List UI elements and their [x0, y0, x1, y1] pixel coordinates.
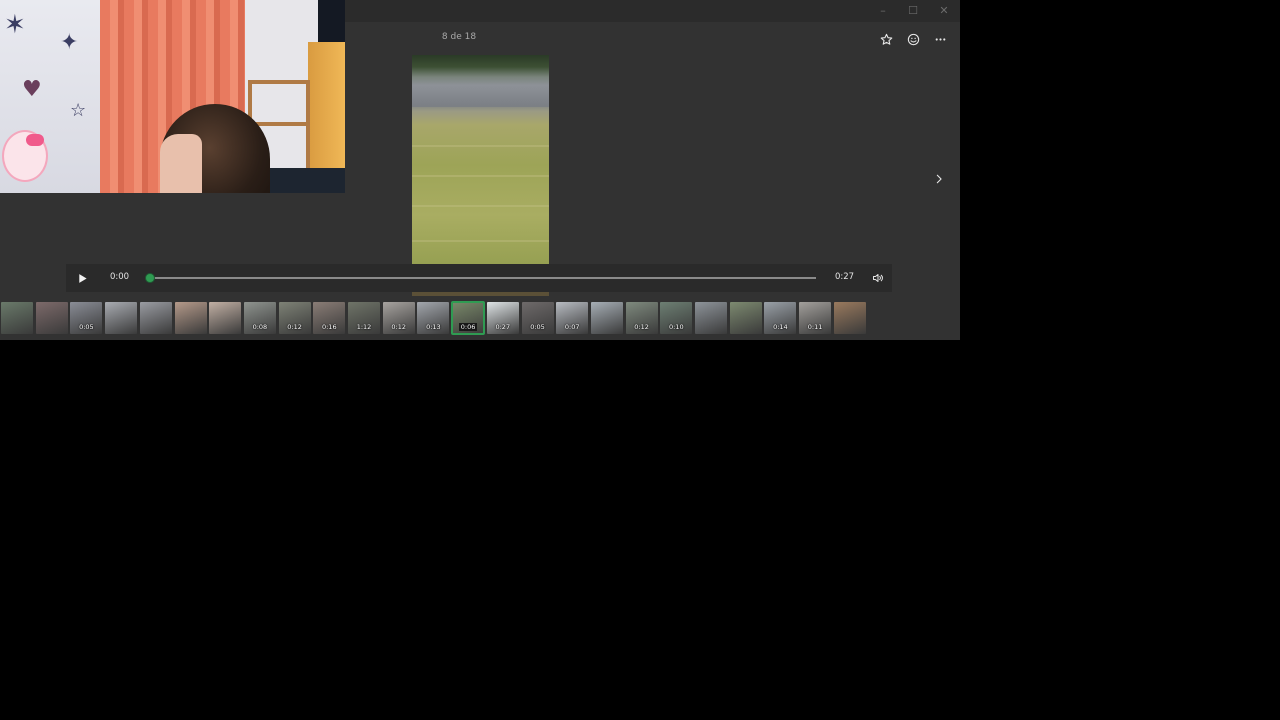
- photos-app-window: – ☐ ✕ 8 de 18 0:00 0:27 0:05 0:08 0:12 0:16…: [0, 0, 960, 340]
- filmstrip-thumbnail[interactable]: 0:05: [70, 302, 103, 334]
- webcam-heart-doodle: ♥: [22, 77, 42, 102]
- filmstrip-thumbnail[interactable]: [729, 302, 762, 334]
- filmstrip-thumbnail[interactable]: 0:16: [313, 302, 346, 334]
- video-road: [412, 85, 549, 107]
- filmstrip-thumbnail[interactable]: 0:12: [382, 302, 415, 334]
- reaction-button[interactable]: [904, 30, 922, 48]
- thumbnail-duration-text: 0:16: [321, 323, 337, 331]
- maximize-button[interactable]: ☐: [905, 3, 921, 19]
- webcam-wall-doodle: ✶: [4, 10, 26, 40]
- thumbnail-duration: 0:10: [660, 323, 692, 331]
- emoji-icon: [907, 33, 919, 45]
- webcam-wall-doodle: ☆: [70, 100, 87, 121]
- webcam-person-face: [160, 134, 202, 193]
- thumbnail-duration: 0:11: [799, 323, 831, 331]
- video-frame[interactable]: [412, 55, 549, 265]
- seek-bar[interactable]: [150, 277, 816, 279]
- webcam-kitty-bow: [26, 134, 44, 146]
- total-duration: 0:27: [835, 272, 855, 282]
- thumbnail-duration-text: 0:05: [79, 323, 94, 331]
- seek-handle[interactable]: [146, 274, 154, 282]
- more-options-button[interactable]: [931, 30, 949, 48]
- close-button[interactable]: ✕: [936, 3, 952, 19]
- webcam-wall-doodle: ✦: [60, 30, 79, 55]
- thumbnail-duration-text: 0:12: [634, 323, 649, 331]
- filmstrip-thumbnail[interactable]: 0:10: [660, 302, 693, 334]
- chevron-right-icon: [936, 174, 942, 184]
- filmstrip-thumbnail[interactable]: [139, 302, 172, 334]
- thumbnail-duration-text: 0:14: [773, 323, 788, 331]
- thumbnail-duration-text: 0:11: [807, 323, 823, 331]
- item-counter: 8 de 18: [441, 32, 477, 42]
- thumbnail-duration-text: 0:10: [668, 323, 684, 331]
- thumbnail-duration-text: 0:07: [564, 323, 580, 331]
- volume-button[interactable]: [870, 270, 886, 286]
- thumbnail-duration-text: 0:08: [252, 323, 268, 331]
- thumbnail-duration: 0:16: [313, 323, 345, 331]
- thumbnail-duration: 0:05: [522, 323, 554, 331]
- filmstrip-thumbnail[interactable]: [590, 302, 623, 334]
- volume-icon: [873, 274, 883, 282]
- filmstrip-thumbnail[interactable]: [833, 302, 866, 334]
- star-icon: [880, 33, 892, 45]
- thumbnail-duration-text: 1:12: [356, 323, 372, 331]
- thumbnail-duration: 0:27: [487, 323, 519, 331]
- filmstrip-thumbnail[interactable]: 0:12: [625, 302, 658, 334]
- current-time: 0:00: [110, 272, 130, 282]
- playback-controls: 0:00 0:27: [66, 264, 892, 292]
- thumbnail-duration-text: 0:13: [426, 323, 441, 331]
- filmstrip-thumbnail[interactable]: [35, 302, 68, 334]
- minimize-button[interactable]: –: [875, 3, 891, 19]
- filmstrip-thumbnail[interactable]: 0:05: [521, 302, 554, 334]
- thumbnail-duration-text: 0:06: [458, 323, 478, 331]
- play-icon: [78, 273, 87, 283]
- thumbnail-duration: 1:12: [348, 323, 380, 331]
- filmstrip-thumbnail[interactable]: [695, 302, 727, 334]
- webcam-window: [318, 0, 345, 44]
- thumbnail-duration: 0:12: [279, 323, 311, 331]
- thumbnail-duration-text: 0:05: [530, 323, 545, 331]
- thumbnail-duration: 0:07: [556, 323, 588, 331]
- thumbnail-duration: 0:13: [417, 323, 449, 331]
- thumbnail-duration-text: 0:12: [287, 323, 302, 331]
- video-streak: [412, 240, 549, 242]
- thumbnail-duration: 0:14: [764, 323, 796, 331]
- filmstrip-thumbnail[interactable]: 0:27: [486, 302, 519, 334]
- filmstrip-thumbnail[interactable]: 0:14: [764, 302, 797, 334]
- filmstrip-thumbnail[interactable]: 0:08: [243, 302, 276, 334]
- webcam-cabinet: [308, 42, 345, 187]
- webcam-desk: [260, 168, 345, 193]
- thumbnail-duration: 0:06: [452, 323, 484, 331]
- favorite-button[interactable]: [877, 30, 895, 48]
- filmstrip-thumbnail[interactable]: [105, 302, 138, 334]
- filmstrip-thumbnail[interactable]: [209, 302, 242, 334]
- filmstrip-thumbnail[interactable]: 0:13: [417, 302, 450, 334]
- video-streak: [412, 175, 549, 177]
- play-button[interactable]: [74, 270, 90, 286]
- webcam-overlay: ♥ ✶ ✦ ☆: [0, 0, 345, 193]
- next-item-button[interactable]: [930, 170, 948, 188]
- filmstrip-thumbnail[interactable]: 0:11: [799, 302, 832, 334]
- filmstrip-thumbnail[interactable]: 0:12: [278, 302, 311, 334]
- thumbnail-duration: 0:12: [383, 323, 415, 331]
- thumbnail-duration-text: 0:12: [391, 323, 406, 331]
- video-streak: [412, 145, 549, 147]
- filmstrip-thumbnail[interactable]: [1, 302, 33, 334]
- thumbnail-duration: 0:05: [70, 323, 102, 331]
- filmstrip-thumbnail[interactable]: 0:06: [451, 301, 486, 335]
- more-icon: [935, 37, 945, 41]
- video-frame-reflection: [412, 292, 549, 296]
- thumbnail-duration: 0:08: [244, 323, 276, 331]
- filmstrip-thumbnail[interactable]: 1:12: [348, 302, 380, 334]
- thumbnail-duration: 0:12: [626, 323, 658, 331]
- filmstrip-thumbnail[interactable]: 0:07: [556, 302, 589, 334]
- thumbnail-duration-text: 0:27: [495, 323, 511, 331]
- video-streak: [412, 205, 549, 207]
- filmstrip: 0:05 0:08 0:12 0:16 1:12 0:12 0:13 0:06 0:27 0:05…: [0, 301, 960, 336]
- filmstrip-thumbnail[interactable]: [174, 302, 207, 334]
